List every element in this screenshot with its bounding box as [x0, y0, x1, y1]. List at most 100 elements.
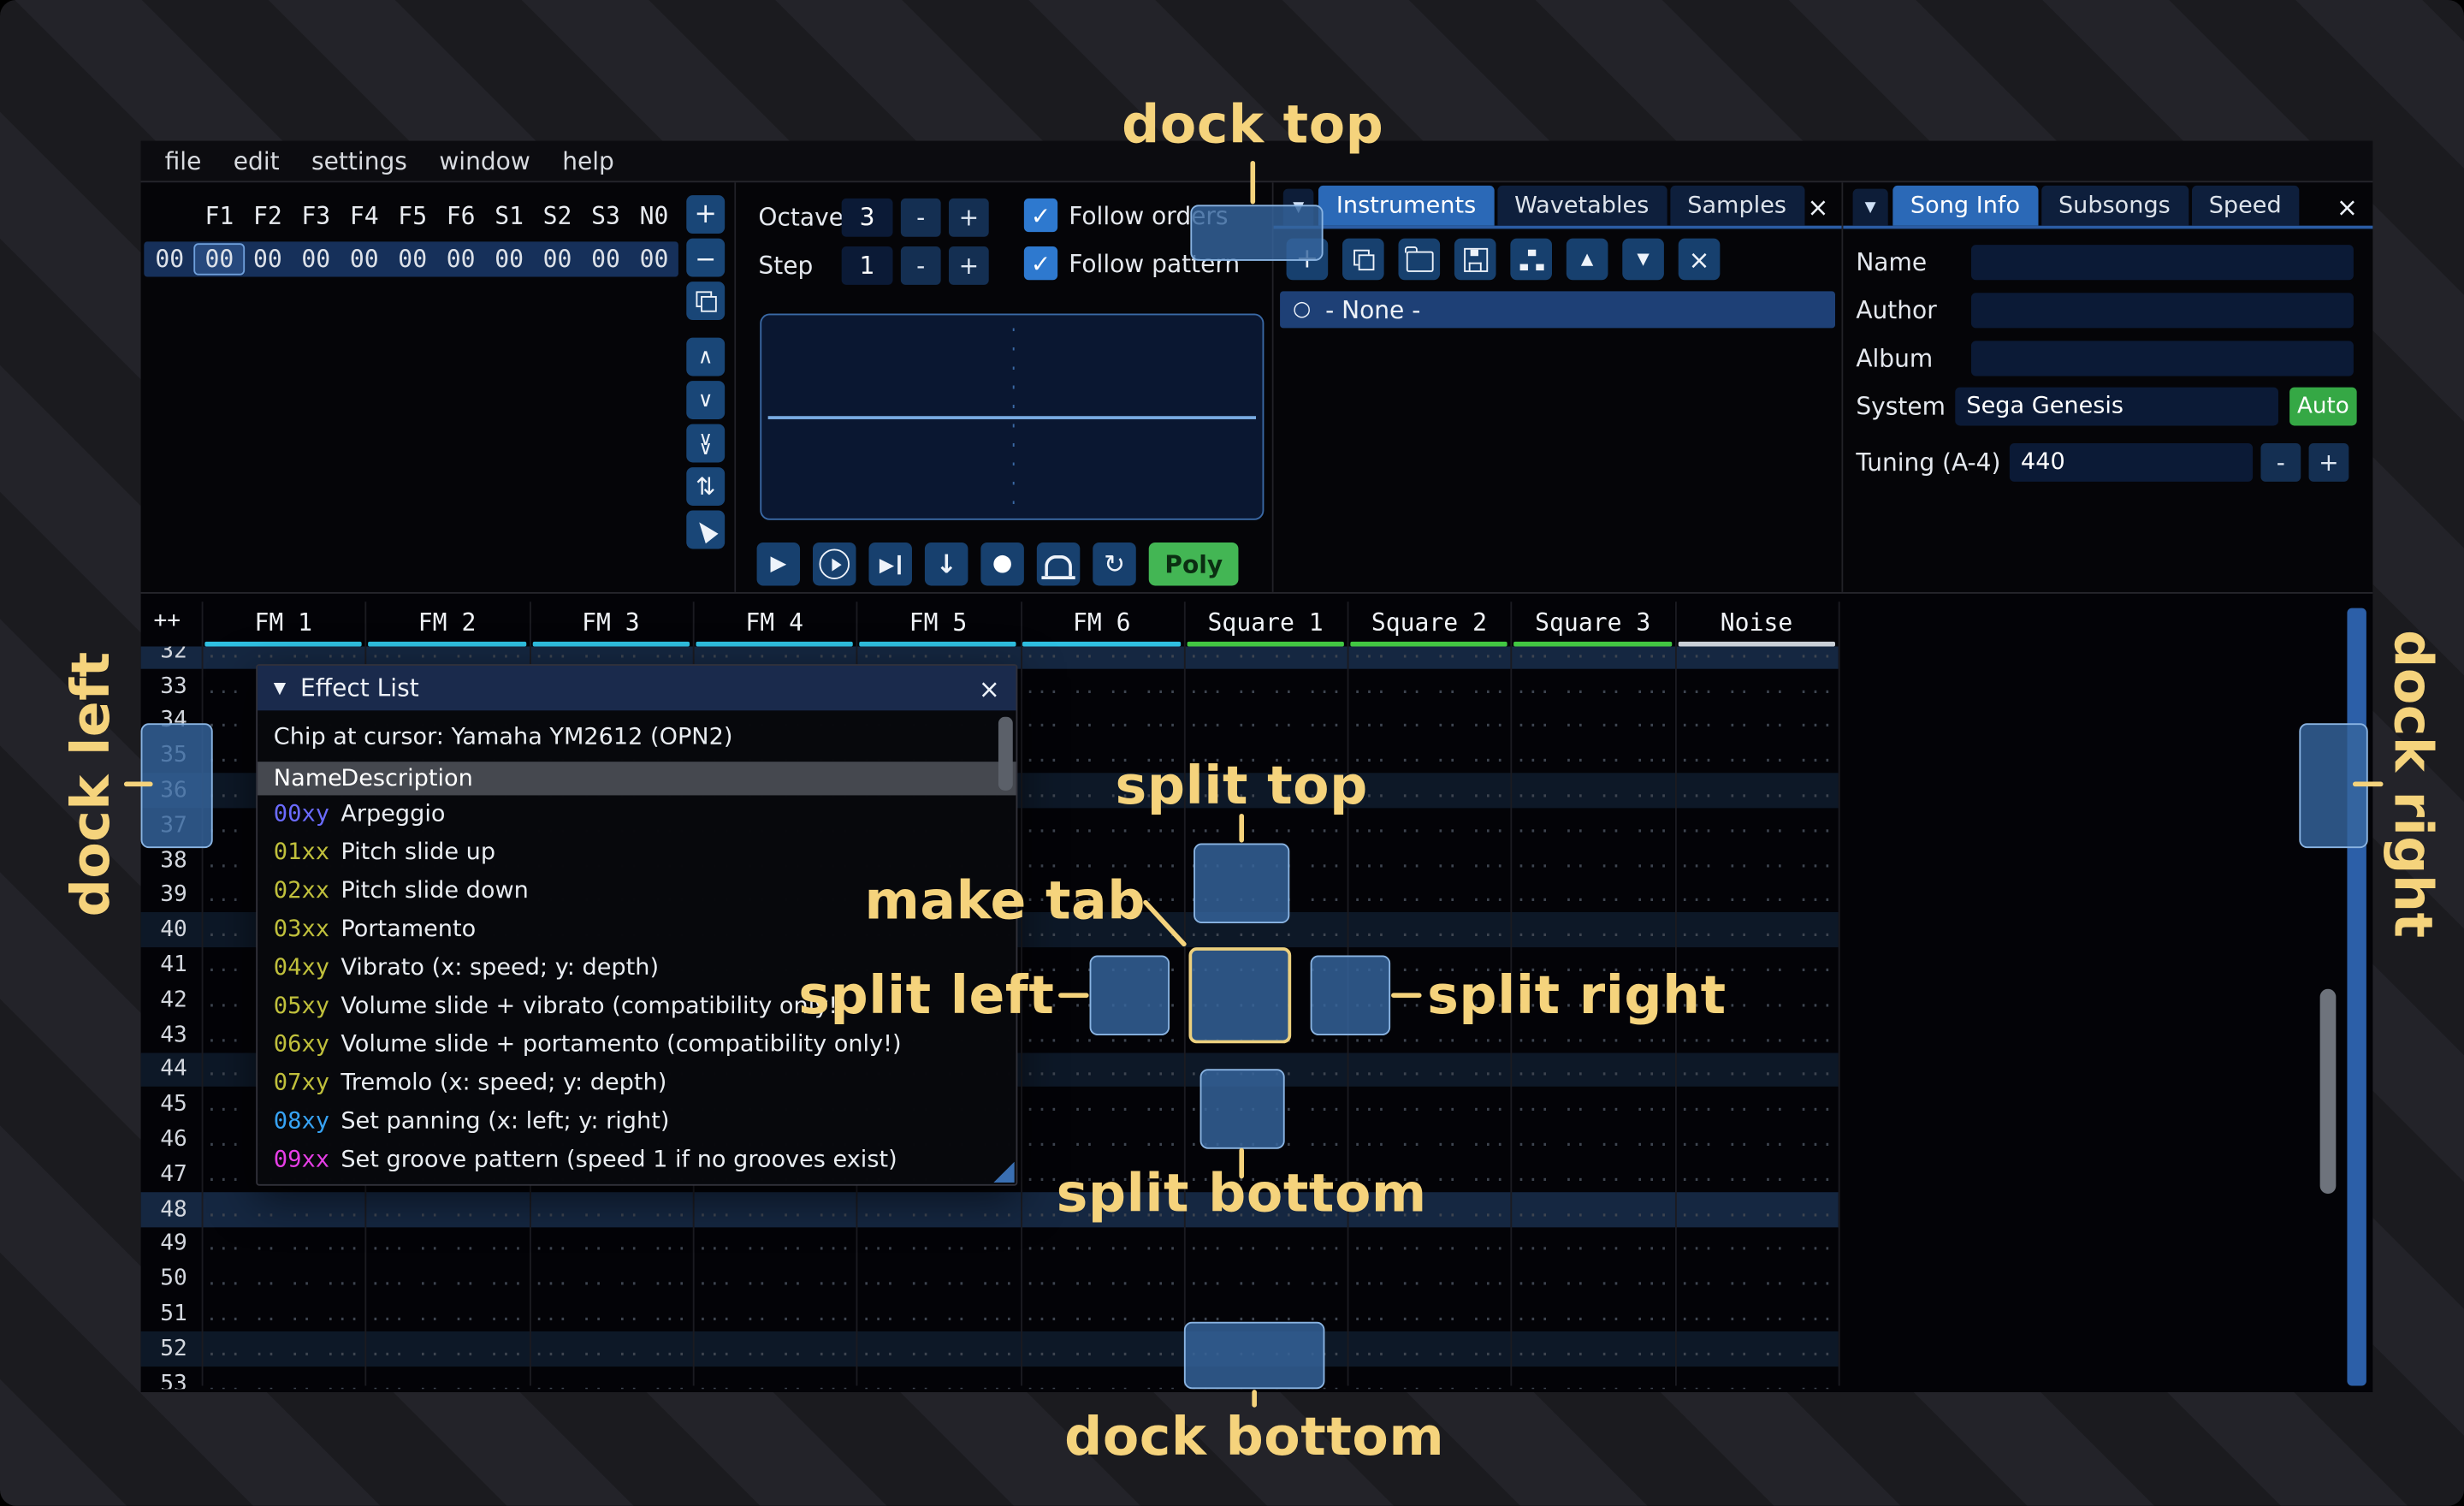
song-tab-subsongs[interactable]: Subsongs: [2040, 186, 2188, 226]
pattern-cell[interactable]: ... .. .. ...: [365, 1268, 529, 1290]
pattern-cell[interactable]: ... .. .. ...: [1183, 815, 1347, 837]
pattern-cell[interactable]: ... .. .. ...: [1348, 1129, 1511, 1151]
pattern-cell[interactable]: ... .. .. ...: [365, 1302, 529, 1325]
pattern-cell[interactable]: ... .. .. ...: [1020, 709, 1183, 732]
step-decrease-button[interactable]: -: [901, 246, 941, 285]
pattern-cell[interactable]: ... .. .. ...: [1511, 1023, 1674, 1046]
pattern-cell[interactable]: ... .. .. ...: [202, 1198, 365, 1220]
pattern-cell[interactable]: ... .. .. ...: [1511, 1337, 1674, 1360]
channel-header-fm-2[interactable]: FM 2: [365, 605, 529, 640]
pattern-cell[interactable]: ... .. .. ...: [202, 1302, 365, 1325]
pattern-cell[interactable]: ... .. .. ...: [1348, 1302, 1511, 1325]
instrument-delete-button[interactable]: [1679, 239, 1721, 281]
effect-list-scrollbar-thumb[interactable]: [998, 717, 1013, 791]
pattern-cell[interactable]: ... .. .. ...: [1511, 815, 1674, 837]
pattern-cell[interactable]: ... .. .. ...: [529, 1337, 692, 1360]
pattern-cell[interactable]: ... .. .. ...: [1020, 1058, 1183, 1081]
instrument-save-button[interactable]: [1454, 239, 1496, 281]
orders-cell[interactable]: 00: [292, 245, 340, 274]
orders-move-up-button[interactable]: [686, 338, 725, 376]
pattern-cell[interactable]: ... .. .. ...: [365, 1337, 529, 1360]
pattern-cell[interactable]: ... .. .. ...: [1674, 1233, 1838, 1255]
orders-change-order-mode-button[interactable]: [686, 467, 725, 506]
dock-target-right[interactable]: [2299, 723, 2367, 848]
menu-item-settings[interactable]: settings: [311, 146, 407, 175]
follow-orders-checkbox[interactable]: [1024, 199, 1057, 232]
song-tab-speed[interactable]: Speed: [2191, 186, 2299, 226]
pattern-cell[interactable]: ... .. .. ...: [1183, 1233, 1347, 1255]
octave-increase-button[interactable]: +: [949, 199, 989, 237]
channel-header-noise[interactable]: Noise: [1674, 605, 1838, 640]
pattern-cell[interactable]: ... .. .. ...: [1348, 1233, 1511, 1255]
effect-row-09xx[interactable]: 09xxSet groove pattern (speed 1 if no gr…: [258, 1141, 1016, 1179]
pattern-cell[interactable]: ... .. .. ...: [1348, 647, 1511, 662]
pattern-cell[interactable]: ... .. .. ...: [1020, 1373, 1183, 1389]
instruments-close-button[interactable]: [1804, 189, 1833, 226]
pattern-cell[interactable]: ... .. .. ...: [1020, 1233, 1183, 1255]
pattern-cell[interactable]: ... .. .. ...: [1511, 647, 1674, 662]
effect-row-06xy[interactable]: 06xyVolume slide + portamento (compatibi…: [258, 1026, 1016, 1064]
instruments-tab-wavetables[interactable]: Wavetables: [1497, 186, 1667, 226]
pattern-cell[interactable]: ... .. .. ...: [1674, 1268, 1838, 1290]
step-increase-button[interactable]: +: [949, 246, 989, 285]
pattern-cell[interactable]: ... .. .. ...: [1020, 1302, 1183, 1325]
repeat-pattern-button[interactable]: [1093, 543, 1135, 585]
pattern-cell[interactable]: ... .. .. ...: [1348, 1268, 1511, 1290]
orders-order-edit-mode-button[interactable]: [686, 511, 725, 549]
orders-move-down-button[interactable]: [686, 381, 725, 419]
pattern-cell[interactable]: ... .. .. ...: [1511, 1058, 1674, 1081]
instruments-tab-samples[interactable]: Samples: [1670, 186, 1804, 226]
orders-cell[interactable]: 00: [582, 245, 630, 274]
pattern-cell[interactable]: ... .. .. ...: [693, 1337, 856, 1360]
channel-header-fm-4[interactable]: FM 4: [693, 605, 856, 640]
system-auto-button[interactable]: Auto: [2289, 388, 2357, 426]
pattern-cell[interactable]: ... .. .. ...: [1674, 744, 1838, 767]
record-button[interactable]: [980, 543, 1023, 585]
pattern-cell[interactable]: ... .. .. ...: [1511, 1373, 1674, 1389]
pattern-cell[interactable]: ... .. .. ...: [1020, 675, 1183, 697]
pattern-cell[interactable]: ... .. .. ...: [1020, 1129, 1183, 1151]
pattern-cell[interactable]: ... .. .. ...: [856, 1233, 1020, 1255]
pattern-cell[interactable]: ... .. .. ...: [1511, 1094, 1674, 1116]
split-target-right[interactable]: [1311, 955, 1391, 1035]
poly-toggle-button[interactable]: Poly: [1149, 543, 1239, 585]
orders-cell[interactable]: 00: [341, 245, 388, 274]
pattern-cell[interactable]: ... .. .. ...: [1511, 1163, 1674, 1185]
tuning-increase-button[interactable]: +: [2309, 443, 2349, 482]
pattern-cell[interactable]: ... .. .. ...: [1674, 780, 1838, 802]
effect-row-00xy[interactable]: 00xyArpeggio: [258, 795, 1016, 833]
dock-target-top[interactable]: [1190, 205, 1323, 260]
pattern-cell[interactable]: ... .. .. ...: [693, 647, 856, 662]
pattern-cell[interactable]: ... .. .. ...: [365, 1373, 529, 1389]
orders-current-row[interactable]: 0000000000000000000000: [144, 241, 678, 276]
pattern-cell[interactable]: ... .. .. ...: [856, 1302, 1020, 1325]
instrument-list-item[interactable]: - None -: [1280, 291, 1835, 328]
pattern-cell[interactable]: ... .. .. ...: [1511, 780, 1674, 802]
channel-header-square-2[interactable]: Square 2: [1348, 605, 1511, 640]
pattern-cell[interactable]: ... .. .. ...: [1348, 919, 1511, 941]
orders-move-to-bottom-button[interactable]: [686, 424, 725, 463]
pattern-cell[interactable]: ... .. .. ...: [202, 1233, 365, 1255]
pattern-cell[interactable]: ... .. .. ...: [1674, 709, 1838, 732]
pattern-cell[interactable]: ... .. .. ...: [1674, 1373, 1838, 1389]
song-tab-song-info[interactable]: Song Info: [1892, 186, 2037, 226]
instrument-duplicate-button[interactable]: [1342, 239, 1384, 281]
pattern-cell[interactable]: ... .. .. ...: [1348, 884, 1511, 906]
menu-item-help[interactable]: help: [562, 146, 614, 175]
pattern-cell[interactable]: ... .. .. ...: [1674, 1302, 1838, 1325]
pattern-cell[interactable]: ... .. .. ...: [1674, 1163, 1838, 1185]
pattern-cell[interactable]: ... .. .. ...: [1348, 744, 1511, 767]
channel-header-fm-3[interactable]: FM 3: [529, 605, 692, 640]
pattern-cell[interactable]: ... .. .. ...: [1511, 884, 1674, 906]
pattern-cell[interactable]: ... .. .. ...: [1348, 709, 1511, 732]
orders-remove-button[interactable]: [686, 239, 725, 277]
pattern-cell[interactable]: ... .. .. ...: [856, 1337, 1020, 1360]
pattern-cell[interactable]: ... .. .. ...: [856, 1373, 1020, 1389]
instruments-tab-instruments[interactable]: Instruments: [1318, 186, 1493, 226]
pattern-cell[interactable]: ... .. .. ...: [529, 1373, 692, 1389]
pattern-cell[interactable]: ... .. .. ...: [1674, 1023, 1838, 1046]
follow-pattern-checkbox[interactable]: [1024, 246, 1057, 280]
split-target-bottom[interactable]: [1200, 1069, 1285, 1149]
orders-add-button[interactable]: [686, 195, 725, 234]
pattern-cell[interactable]: ... .. .. ...: [1674, 1198, 1838, 1220]
